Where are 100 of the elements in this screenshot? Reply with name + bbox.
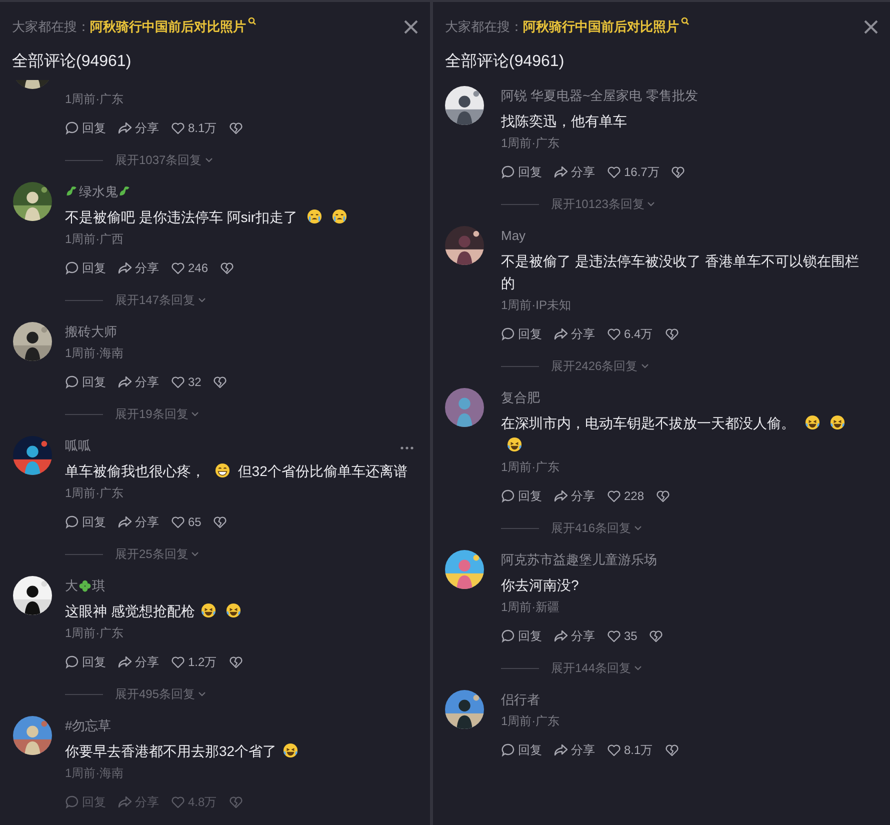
laughing-face-icon	[226, 603, 241, 618]
reply-button[interactable]: 回复	[65, 119, 106, 137]
laughing-face-icon	[830, 415, 845, 430]
dislike-icon[interactable]	[213, 375, 228, 389]
laughing-face-icon	[282, 743, 298, 758]
more-icon[interactable]	[400, 446, 414, 450]
laughing-face-icon	[804, 415, 820, 430]
username: 阿克苏市益趣堡儿童游乐场	[501, 551, 658, 569]
share-arrow-icon	[118, 261, 132, 275]
like-button[interactable]: 6.4万	[607, 325, 653, 343]
like-button[interactable]: 246	[171, 259, 208, 277]
username: 大 琪	[65, 577, 106, 595]
laughing-face-icon	[200, 603, 216, 618]
hot-search-label: 大家都在搜：	[12, 18, 90, 36]
share-button[interactable]: 分享	[554, 163, 595, 181]
username: 绿水鬼	[65, 182, 384, 202]
heart-icon	[171, 795, 185, 809]
like-button[interactable]: 35	[607, 627, 638, 645]
comment-text: 这眼神 感觉想抢配枪	[65, 600, 418, 622]
reply-button[interactable]: 回复	[65, 513, 106, 531]
hot-search-link[interactable]: 阿秋骑行中国前后对比照片	[90, 17, 246, 37]
speech-bubble-icon	[65, 795, 79, 809]
like-button[interactable]: 32	[171, 373, 202, 391]
dislike-icon[interactable]	[228, 655, 243, 669]
comment-meta: 1周前·广东	[501, 459, 561, 476]
speech-bubble-icon	[65, 375, 79, 389]
chevron-down-icon	[633, 523, 644, 533]
reply-button[interactable]: 回复	[65, 259, 106, 277]
chevron-down-icon	[204, 155, 214, 165]
share-button[interactable]: 分享	[118, 653, 159, 671]
comment-meta: 1周前·广东	[65, 485, 125, 502]
dislike-icon[interactable]	[664, 743, 679, 757]
comment-meta: 1周前·广西	[65, 231, 125, 248]
speech-bubble-icon	[65, 515, 79, 529]
share-button[interactable]: 分享	[118, 513, 159, 531]
dislike-icon[interactable]	[649, 629, 664, 643]
dislike-icon[interactable]	[228, 121, 243, 135]
close-icon[interactable]	[864, 20, 878, 34]
dislike-icon[interactable]	[671, 165, 686, 179]
clover-icon	[78, 579, 92, 593]
speech-bubble-icon	[501, 327, 515, 341]
share-button[interactable]: 分享	[118, 259, 159, 277]
heart-icon	[607, 629, 621, 643]
reply-button[interactable]: 回复	[501, 163, 542, 181]
share-arrow-icon	[118, 375, 132, 389]
heart-icon	[607, 489, 621, 503]
username: 复合肥	[501, 389, 541, 407]
dislike-icon[interactable]	[213, 515, 228, 529]
dislike-icon[interactable]	[220, 261, 234, 275]
share-button[interactable]: 分享	[554, 487, 595, 505]
heart-icon	[607, 743, 621, 757]
like-button[interactable]: 16.7万	[607, 163, 660, 181]
comment-meta: 1周前·广东	[65, 625, 125, 642]
speech-bubble-icon	[501, 743, 515, 757]
like-button[interactable]: 8.1万	[607, 741, 653, 759]
comment-text: 不是被偷了 是违法停车被没收了 香港单车不可以锁在围栏的	[501, 252, 860, 293]
comment-text: 在深圳市内，电动车钥匙不拔放一天都没人偷。	[501, 412, 878, 456]
share-button[interactable]: 分享	[554, 325, 595, 343]
chevron-down-icon	[646, 199, 656, 209]
comment-meta: 1周前·新疆	[501, 599, 561, 616]
reply-button[interactable]: 回复	[65, 653, 106, 671]
like-button[interactable]: 65	[171, 513, 202, 531]
heart-icon	[171, 655, 185, 669]
share-arrow-icon	[554, 327, 568, 341]
reply-button[interactable]: 回复	[501, 627, 542, 645]
comment-text: 你去河南没?	[501, 576, 580, 595]
reply-button[interactable]: 回复	[501, 487, 542, 505]
share-arrow-icon	[554, 489, 568, 503]
grinning-face-icon	[214, 463, 230, 478]
share-arrow-icon	[554, 165, 568, 179]
like-button[interactable]: 228	[607, 487, 644, 505]
share-arrow-icon	[554, 743, 568, 757]
reply-button[interactable]: 回复	[65, 373, 106, 391]
share-button[interactable]: 分享	[554, 741, 595, 759]
heart-icon	[171, 375, 185, 389]
comment-meta: 1周前·海南	[65, 345, 125, 362]
comment-meta: 1周前·IP未知	[501, 297, 572, 314]
username: 搬砖大师	[65, 323, 118, 341]
like-button[interactable]: 8.1万	[171, 119, 217, 137]
close-icon[interactable]	[404, 20, 418, 34]
dislike-icon[interactable]	[656, 489, 670, 503]
chevron-down-icon	[633, 663, 644, 673]
reply-button[interactable]: 回复	[501, 741, 542, 759]
dislike-icon[interactable]	[664, 327, 679, 341]
share-arrow-icon	[118, 655, 132, 669]
comment-text: 不是被偷吧 是你违法停车 阿sir扣走了	[65, 206, 418, 228]
comment-text: 找陈奕迅，他有单车	[501, 112, 628, 131]
username: 侣行者	[501, 691, 541, 709]
comment-meta: 1周前·海南	[65, 765, 125, 782]
comment-meta: 1周前·广东	[501, 713, 561, 730]
comment-meta: 1周前·广东	[501, 135, 561, 152]
hot-search-link[interactable]: 阿秋骑行中国前后对比照片	[523, 17, 679, 37]
like-button[interactable]: 1.2万	[171, 653, 217, 671]
share-button[interactable]: 分享	[118, 119, 159, 137]
reply-button[interactable]: 回复	[501, 325, 542, 343]
username: May	[501, 227, 527, 245]
share-arrow-icon	[118, 795, 132, 809]
search-icon	[681, 17, 689, 25]
share-button[interactable]: 分享	[554, 627, 595, 645]
share-button[interactable]: 分享	[118, 373, 159, 391]
